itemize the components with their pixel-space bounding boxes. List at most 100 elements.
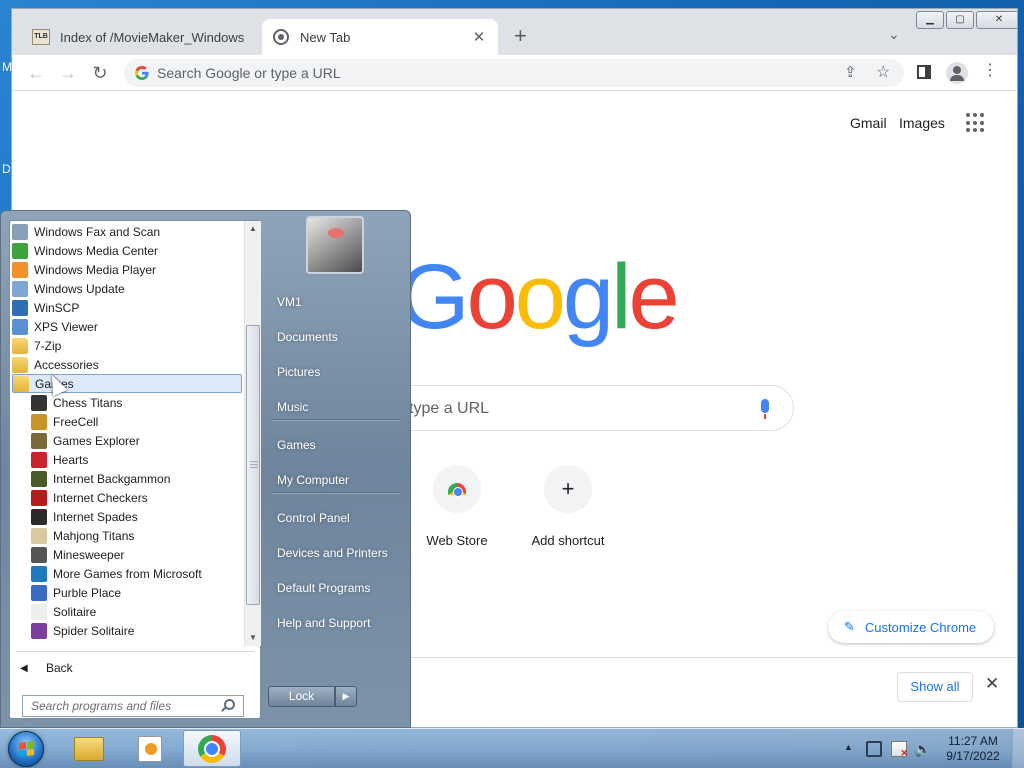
program-item[interactable]: FreeCell: [31, 412, 98, 431]
purble-place-icon: [31, 584, 47, 601]
profile-avatar-icon[interactable]: [946, 62, 968, 84]
webstore-icon: [433, 465, 481, 513]
program-label: Minesweeper: [53, 547, 125, 562]
show-all-button[interactable]: Show all: [897, 672, 973, 702]
program-item[interactable]: XPS Viewer: [12, 317, 98, 336]
close-icon[interactable]: ✕: [985, 674, 999, 694]
program-item[interactable]: Windows Media Center: [12, 241, 158, 260]
media-player-icon: [12, 261, 28, 278]
start-link-my-computer[interactable]: My Computer: [269, 465, 405, 495]
start-link-help-and-support[interactable]: Help and Support: [269, 608, 405, 638]
reload-icon[interactable]: ↻: [88, 61, 112, 85]
xps-viewer-icon: [12, 318, 28, 335]
lock-button[interactable]: Lock: [268, 686, 335, 707]
start-link-vm1[interactable]: VM1: [269, 287, 405, 317]
plus-icon: +: [544, 465, 592, 513]
back-button[interactable]: ◀ Back: [16, 658, 254, 678]
program-item[interactable]: Windows Media Player: [12, 260, 156, 279]
pencil-icon: ✎: [844, 619, 855, 634]
customize-chrome-button[interactable]: ✎ Customize Chrome: [828, 611, 994, 643]
tab-title: Index of /MovieMaker_Windows: [60, 29, 245, 45]
games-explorer-icon: [31, 432, 47, 449]
tab-index-of-moviemaker[interactable]: TLB Index of /MovieMaker_Windows: [22, 19, 262, 55]
programs-pane: Windows Fax and Scan Windows Media Center…: [9, 220, 261, 719]
program-item[interactable]: Internet Backgammon: [31, 469, 170, 488]
program-item[interactable]: Chess Titans: [31, 393, 122, 412]
desktop-icon-label[interactable]: D: [2, 162, 11, 176]
window-close-button[interactable]: ✕: [976, 11, 1017, 29]
taskbar: ▲ 🔈 11:27 AM 9/17/2022: [0, 728, 1024, 768]
start-link-devices-and-printers[interactable]: Devices and Printers: [269, 538, 405, 568]
program-item[interactable]: 7-Zip: [12, 336, 61, 355]
start-search-field[interactable]: [22, 695, 244, 717]
program-item[interactable]: Solitaire: [31, 602, 96, 621]
network-icon[interactable]: [866, 741, 882, 757]
mahjong-icon: [31, 527, 47, 544]
start-link-pictures[interactable]: Pictures: [269, 357, 405, 387]
show-hidden-icons-arrow-icon[interactable]: ▲: [844, 742, 853, 752]
side-panel-icon[interactable]: [917, 65, 931, 79]
program-item[interactable]: Hearts: [31, 450, 88, 469]
all-programs-list: Windows Fax and Scan Windows Media Center…: [10, 221, 244, 646]
program-item[interactable]: Internet Checkers: [31, 488, 148, 507]
program-label: Windows Update: [34, 281, 125, 296]
images-link[interactable]: Images: [899, 115, 945, 131]
program-label: Chess Titans: [53, 395, 123, 410]
tab-search-chevron-icon[interactable]: ⌄: [888, 26, 900, 43]
start-link-games[interactable]: Games: [269, 430, 405, 460]
new-tab-plus-icon[interactable]: +: [514, 25, 527, 47]
program-item[interactable]: Internet Spades: [31, 507, 138, 526]
program-item[interactable]: Minesweeper: [31, 545, 124, 564]
bookmark-star-icon[interactable]: ☆: [876, 62, 890, 82]
system-clock[interactable]: 11:27 AM 9/17/2022: [942, 734, 1004, 764]
program-item[interactable]: Games Explorer: [31, 431, 140, 450]
user-avatar[interactable]: [306, 216, 364, 274]
tab-title: New Tab: [300, 29, 351, 45]
taskbar-movie-maker[interactable]: [121, 730, 179, 767]
back-arrow-icon[interactable]: ←: [24, 61, 48, 85]
search-icon[interactable]: [224, 699, 235, 710]
start-button[interactable]: [8, 731, 44, 767]
kebab-menu-icon[interactable]: ⋮: [982, 63, 998, 79]
tab-new-tab[interactable]: New Tab ✕: [262, 19, 498, 55]
program-item[interactable]: Accessories: [12, 355, 99, 374]
program-item[interactable]: Purble Place: [31, 583, 121, 602]
volume-icon[interactable]: 🔈: [914, 741, 931, 757]
omnibox[interactable]: Search Google or type a URL ⇪ ☆: [124, 59, 904, 87]
scroll-thumb[interactable]: — — —: [246, 325, 260, 605]
start-link-default-programs[interactable]: Default Programs: [269, 573, 405, 603]
program-label: XPS Viewer: [34, 319, 98, 334]
program-item[interactable]: Mahjong Titans: [31, 526, 134, 545]
voice-search-mic-icon[interactable]: [761, 399, 769, 419]
start-link-control-panel[interactable]: Control Panel: [269, 503, 405, 533]
taskbar-chrome[interactable]: [183, 730, 241, 767]
minimize-button[interactable]: ▁: [916, 11, 944, 29]
action-center-flag-icon[interactable]: [891, 741, 908, 759]
scroll-up-arrow-icon[interactable]: ▲: [245, 221, 261, 237]
shortcut-add[interactable]: + Add shortcut: [518, 465, 618, 548]
maximize-button[interactable]: ▢: [946, 11, 974, 29]
start-link-music[interactable]: Music: [269, 392, 405, 422]
program-item[interactable]: Windows Update: [12, 279, 125, 298]
program-item[interactable]: Windows Fax and Scan: [12, 222, 160, 241]
start-link-documents[interactable]: Documents: [269, 322, 405, 352]
show-desktop-button[interactable]: [1012, 729, 1024, 768]
hearts-icon: [31, 451, 47, 468]
program-item[interactable]: WinSCP: [12, 298, 79, 317]
program-item[interactable]: Spider Solitaire: [31, 621, 134, 640]
program-label: 7-Zip: [34, 338, 62, 353]
share-icon[interactable]: ⇪: [844, 63, 857, 81]
tab-close-icon[interactable]: ✕: [470, 28, 488, 46]
programs-scrollbar[interactable]: ▲ — — — ▼: [244, 221, 261, 646]
divider: [271, 492, 401, 493]
customize-chrome-label: Customize Chrome: [864, 619, 977, 635]
shortcut-web-store[interactable]: Web Store: [407, 465, 507, 548]
scroll-down-arrow-icon[interactable]: ▼: [245, 630, 261, 646]
shutdown-options-arrow-icon[interactable]: ▶: [335, 686, 357, 707]
taskbar-explorer[interactable]: [60, 730, 118, 767]
start-search-input[interactable]: [23, 696, 219, 716]
gmail-link[interactable]: Gmail: [850, 115, 887, 131]
program-item[interactable]: More Games from Microsoft: [31, 564, 202, 583]
forward-arrow-icon[interactable]: →: [56, 61, 80, 85]
google-apps-icon[interactable]: [966, 113, 986, 133]
